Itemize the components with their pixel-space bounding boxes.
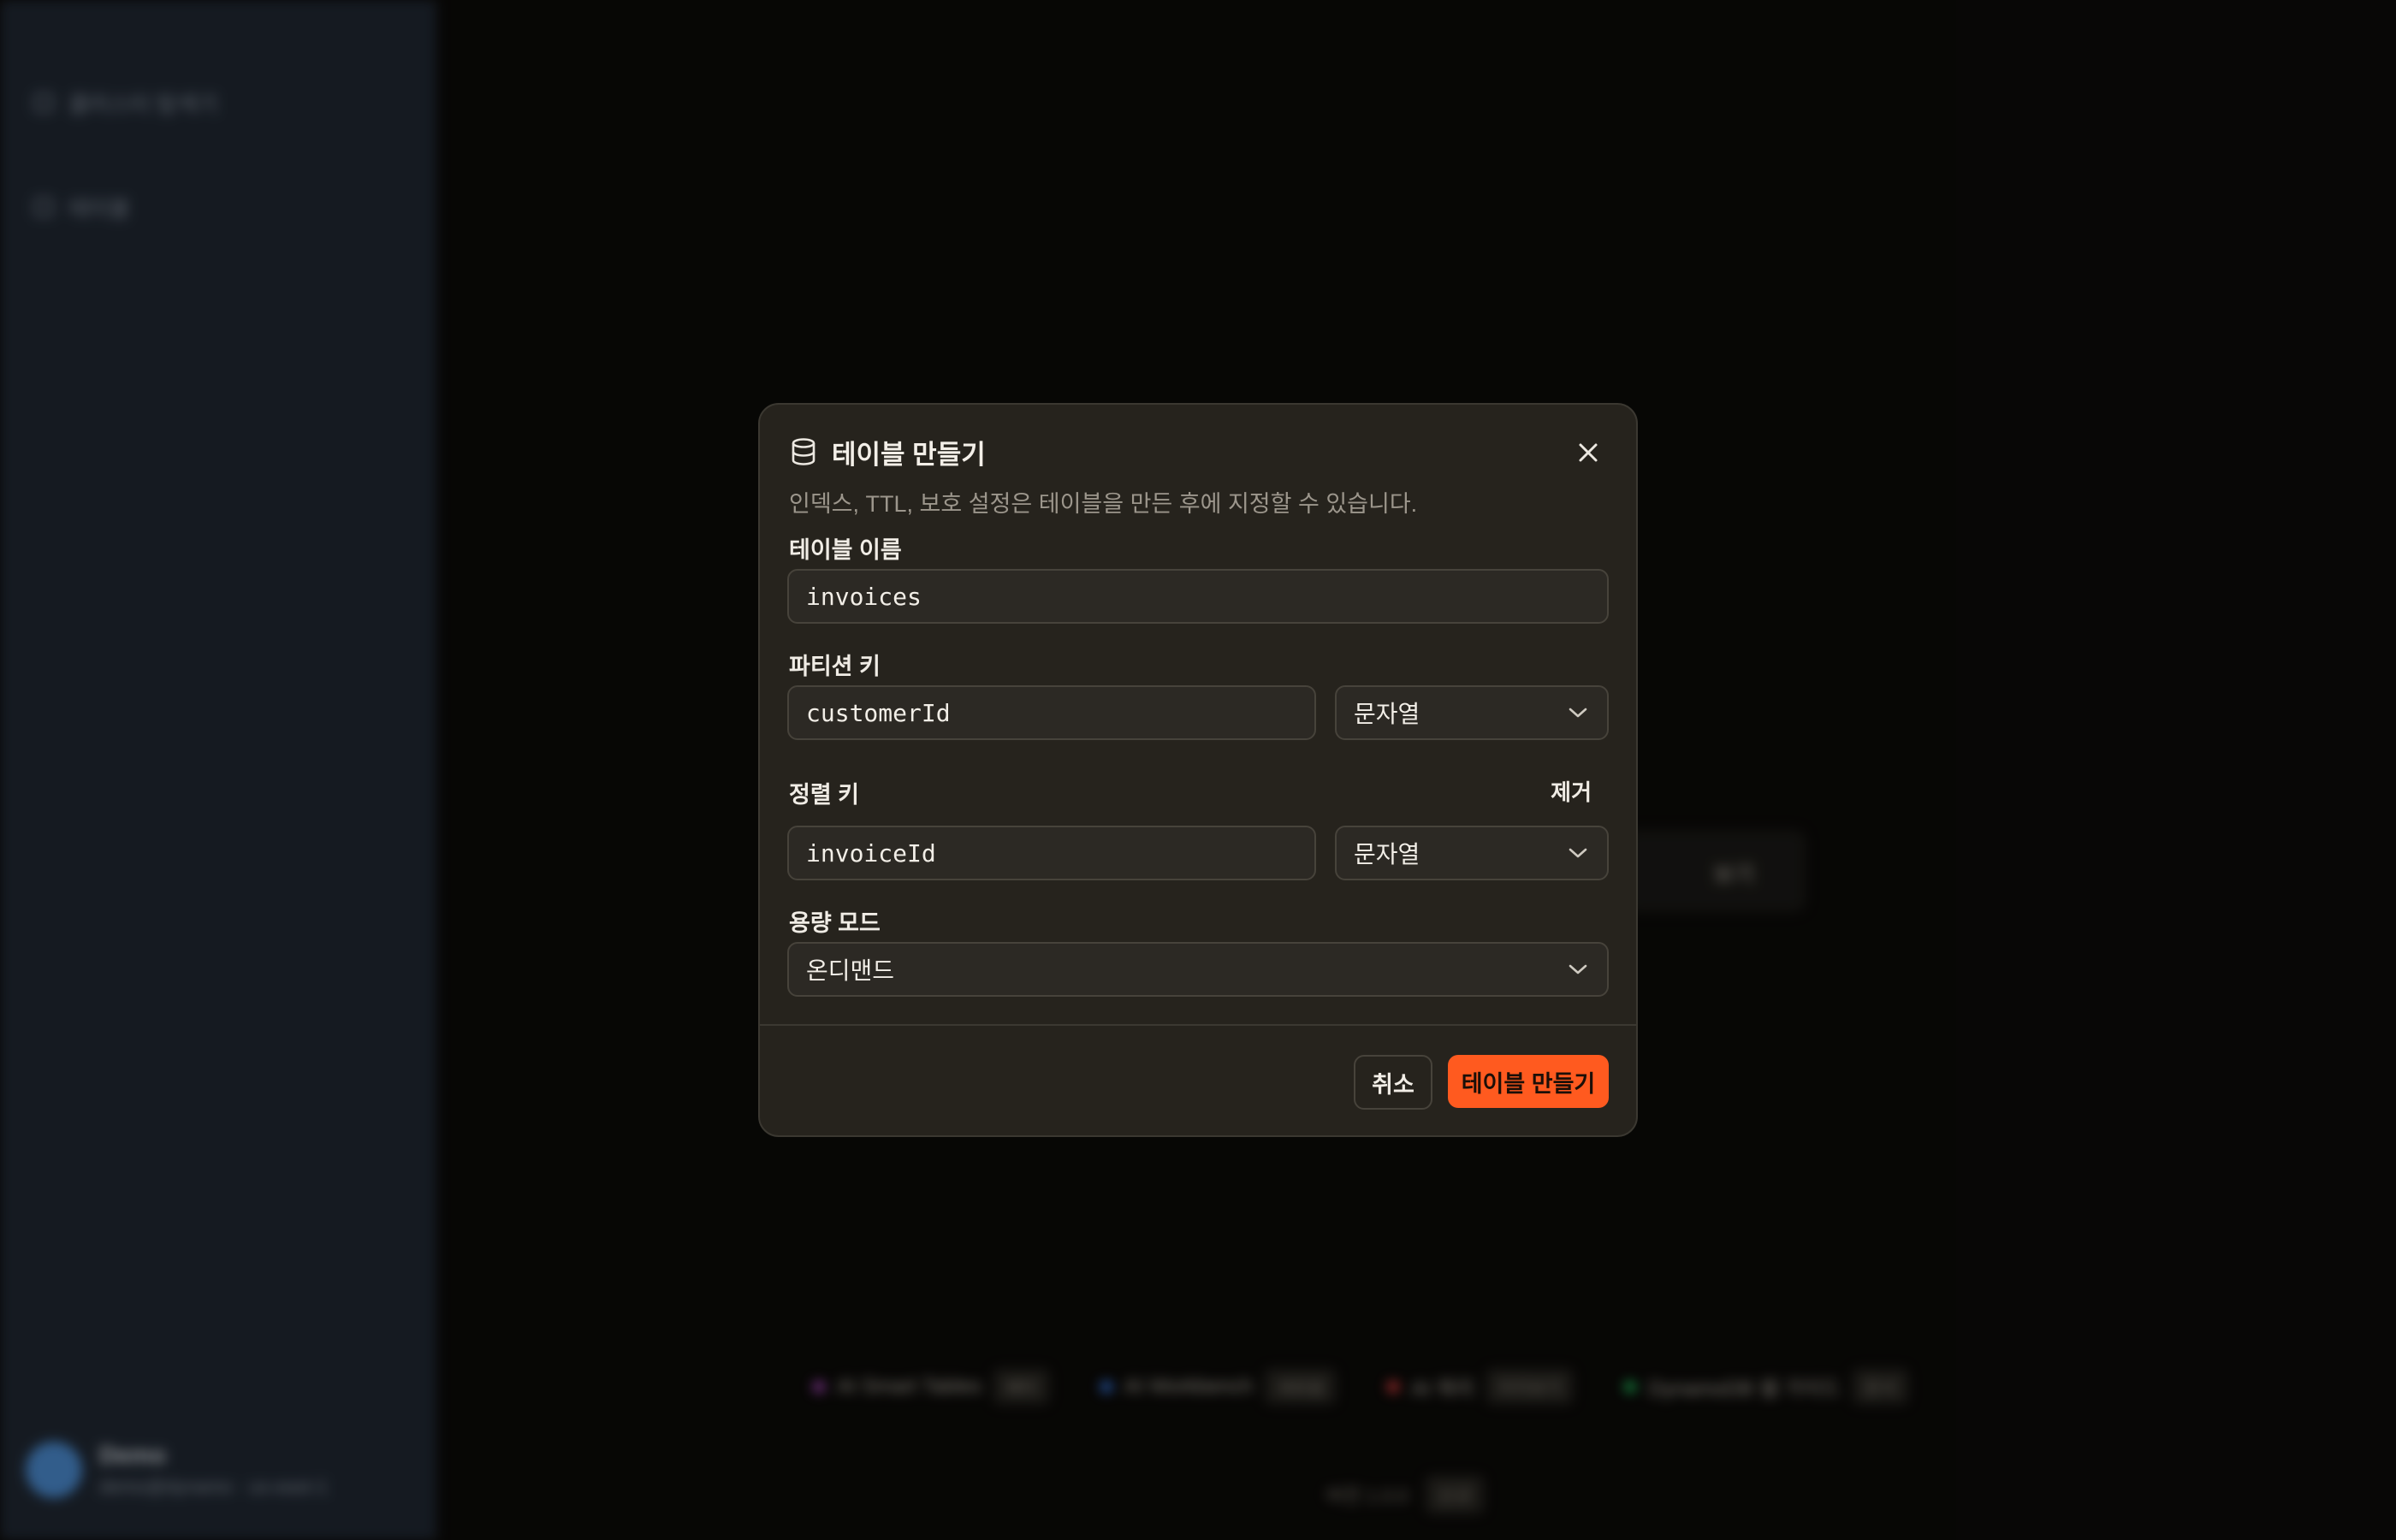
partition-key-input[interactable]: customerId <box>787 685 1316 740</box>
partition-key-type-value: 문자열 <box>1354 701 1420 727</box>
chevron-down-icon <box>1566 841 1590 865</box>
create-table-button[interactable]: 테이블 만들기 <box>1448 1055 1609 1108</box>
table-name-label: 테이블 이름 <box>789 537 902 563</box>
close-icon <box>1579 443 1598 462</box>
chevron-down-icon <box>1566 701 1590 725</box>
sort-key-type-value: 문자열 <box>1354 841 1420 868</box>
sort-key-type-select[interactable]: 문자열 <box>1335 826 1609 880</box>
capacity-mode-select[interactable]: 온디맨드 <box>787 942 1609 997</box>
capacity-mode-label: 용량 모드 <box>789 910 881 936</box>
dialog-title: 테이블 만들기 <box>832 439 986 470</box>
cancel-button[interactable]: 취소 <box>1354 1055 1432 1110</box>
dialog-header: 테이블 만들기 인덱스, TTL, 보호 설정은 테이블을 만든 후에 지정할 … <box>789 430 1607 518</box>
remove-sort-key-button[interactable]: 제거 <box>1551 775 1592 807</box>
partition-key-type-select[interactable]: 문자열 <box>1335 685 1609 740</box>
sort-key-label: 정렬 키 <box>789 782 860 808</box>
footer-divider <box>760 1024 1636 1026</box>
database-icon <box>789 437 818 466</box>
close-button[interactable] <box>1569 434 1607 471</box>
partition-key-label: 파티션 키 <box>789 654 881 679</box>
dialog-subtitle: 인덱스, TTL, 보호 설정은 테이블을 만든 후에 지정할 수 있습니다. <box>789 491 1418 517</box>
chevron-down-icon <box>1566 957 1590 981</box>
create-table-dialog: 테이블 만들기 인덱스, TTL, 보호 설정은 테이블을 만든 후에 지정할 … <box>758 403 1638 1137</box>
sort-key-input[interactable]: invoiceId <box>787 826 1316 880</box>
table-name-input[interactable]: invoices <box>787 569 1609 624</box>
capacity-mode-value: 온디맨드 <box>806 957 895 984</box>
